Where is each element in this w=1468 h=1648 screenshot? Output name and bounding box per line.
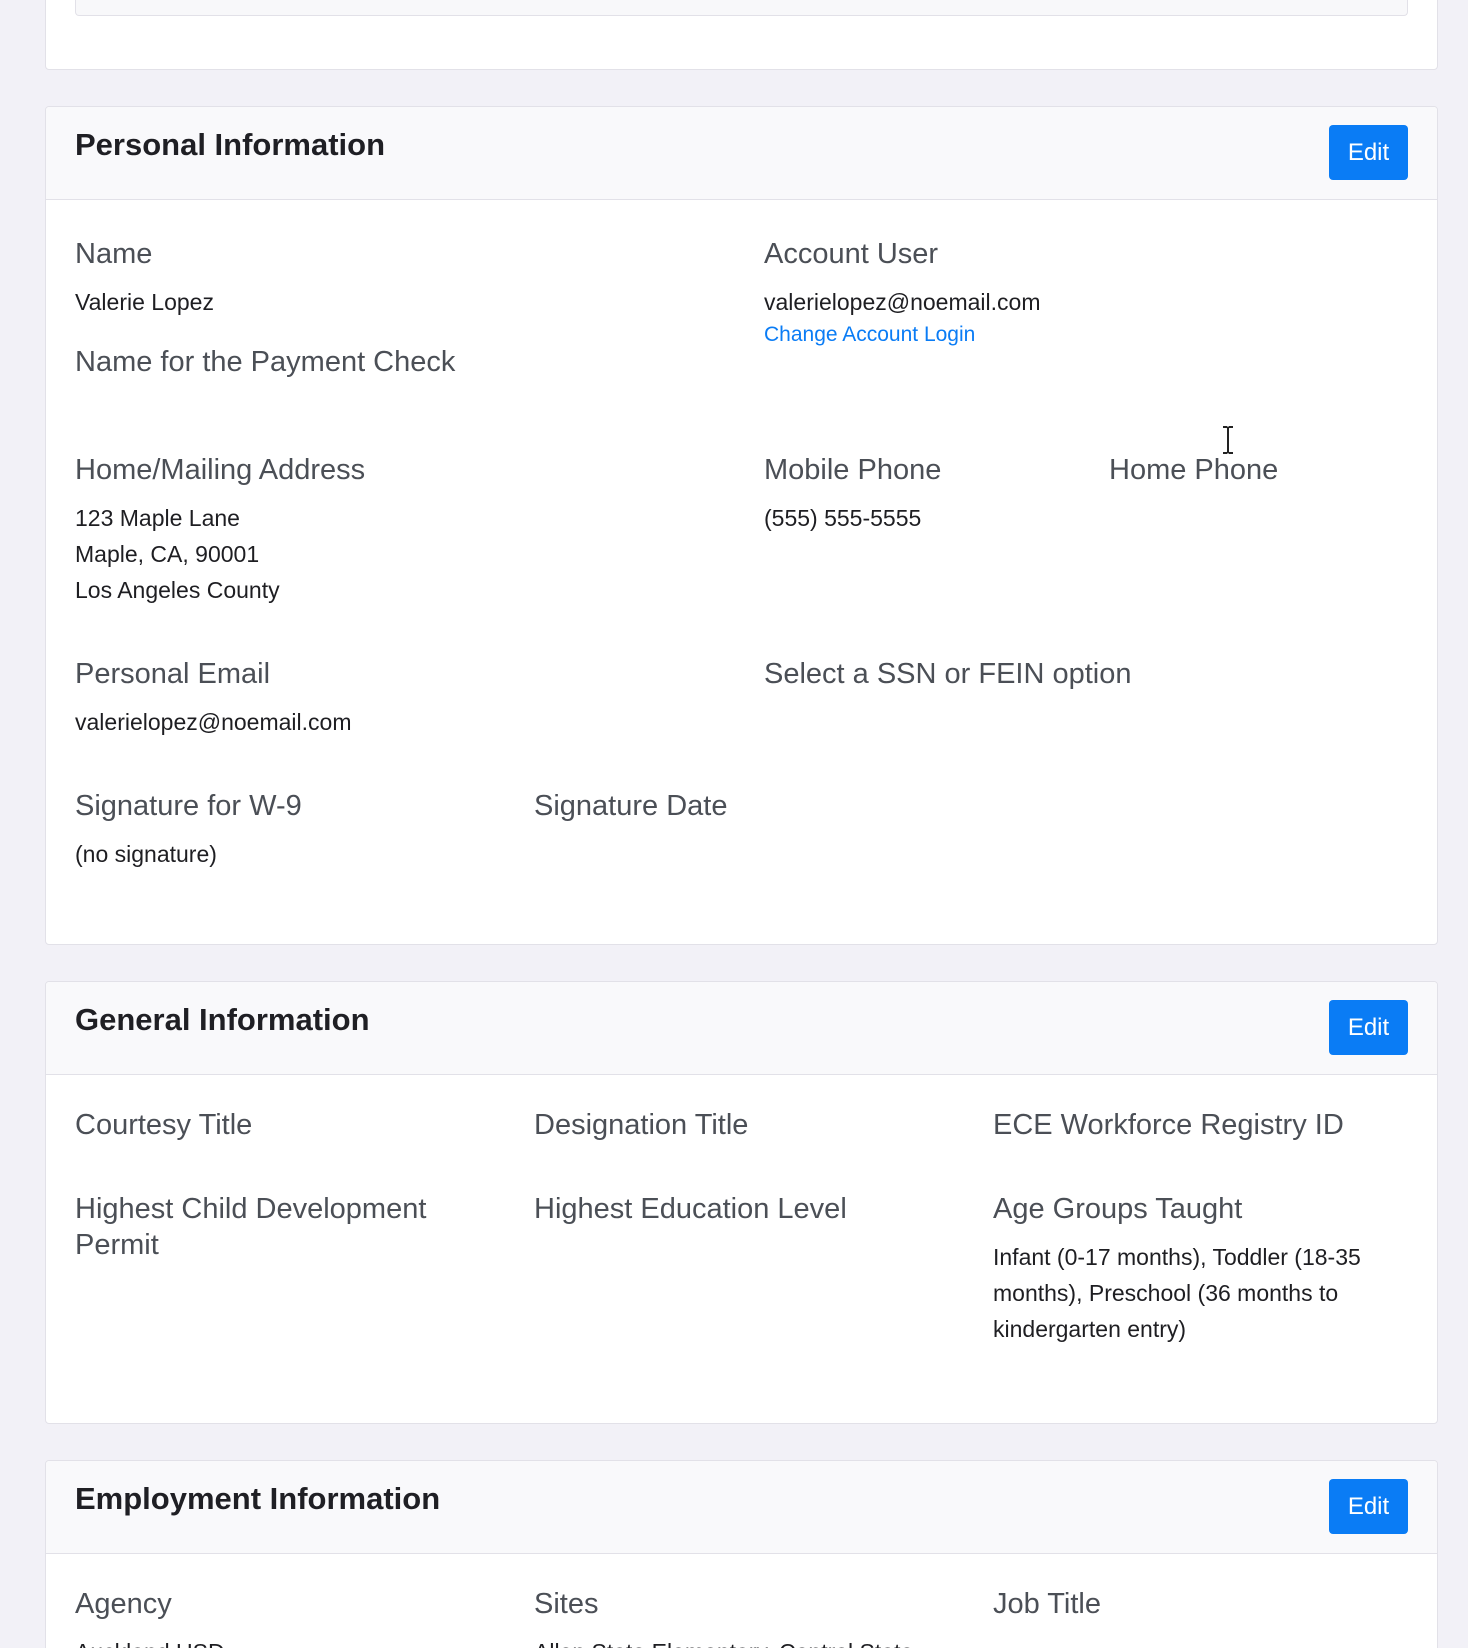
general-information-title: General Information	[75, 1002, 370, 1037]
change-account-login-link[interactable]: Change Account Login	[764, 320, 975, 350]
home-phone-label: Home Phone	[1109, 454, 1279, 486]
name-value: Valerie Lopez	[75, 289, 214, 315]
ssn-fein-label: Select a SSN or FEIN option	[764, 658, 1132, 690]
registry-id-label: ECE Workforce Registry ID	[993, 1109, 1344, 1141]
address-line1: 123 Maple Lane	[75, 505, 240, 531]
mobile-phone-label: Mobile Phone	[764, 454, 942, 486]
payment-check-name-label: Name for the Payment Check	[75, 346, 456, 378]
employment-information-title: Employment Information	[75, 1481, 441, 1516]
child-development-permit-label: Highest Child Development Permit	[75, 1193, 427, 1261]
personal-information-card: Personal Information Edit Name Valerie L…	[45, 106, 1438, 945]
profile-page: Personal Information Edit Name Valerie L…	[0, 0, 1468, 1648]
age-groups-label: Age Groups Taught	[993, 1193, 1243, 1225]
signature-w9-value: (no signature)	[75, 841, 217, 867]
account-user-value: valerielopez@noemail.com	[764, 289, 1041, 315]
agency-value: Auckland USD	[75, 1634, 225, 1648]
personal-email-value: valerielopez@noemail.com	[75, 709, 352, 735]
personal-information-title: Personal Information	[75, 127, 386, 162]
text-cursor-icon	[1223, 426, 1233, 454]
address-line3: Los Angeles County	[75, 577, 280, 603]
designation-title-label: Designation Title	[534, 1109, 749, 1141]
education-level-label: Highest Education Level	[534, 1193, 847, 1225]
mobile-phone-value: (555) 555-5555	[764, 505, 922, 531]
mailing-address-label: Home/Mailing Address	[75, 454, 366, 486]
address-line2: Maple, CA, 90001	[75, 541, 260, 567]
general-edit-button[interactable]: Edit	[1329, 1000, 1408, 1055]
name-label: Name	[75, 238, 153, 270]
sites-label: Sites	[534, 1588, 599, 1620]
signature-date-label: Signature Date	[534, 790, 728, 822]
previous-section-card	[45, 0, 1438, 70]
account-user-label: Account User	[764, 238, 939, 270]
courtesy-title-label: Courtesy Title	[75, 1109, 253, 1141]
job-title-label: Job Title	[993, 1588, 1101, 1620]
employment-information-card: Employment Information Edit Agency Auckl…	[45, 1460, 1438, 1648]
agency-label: Agency	[75, 1588, 172, 1620]
general-information-card: General Information Edit Courtesy Title …	[45, 981, 1438, 1424]
general-information-header: General Information Edit	[46, 982, 1437, 1075]
sites-value: Allen State Elementary, Central State	[534, 1634, 913, 1648]
personal-email-label: Personal Email	[75, 658, 271, 690]
personal-edit-button[interactable]: Edit	[1329, 125, 1408, 180]
previous-section-box	[75, 0, 1408, 16]
age-groups-value: Infant (0-17 months), Toddler (18-35 mon…	[993, 1244, 1361, 1342]
employment-edit-button[interactable]: Edit	[1329, 1479, 1408, 1534]
employment-information-header: Employment Information Edit	[46, 1461, 1437, 1554]
signature-w9-label: Signature for W-9	[75, 790, 302, 822]
personal-information-header: Personal Information Edit	[46, 107, 1437, 200]
